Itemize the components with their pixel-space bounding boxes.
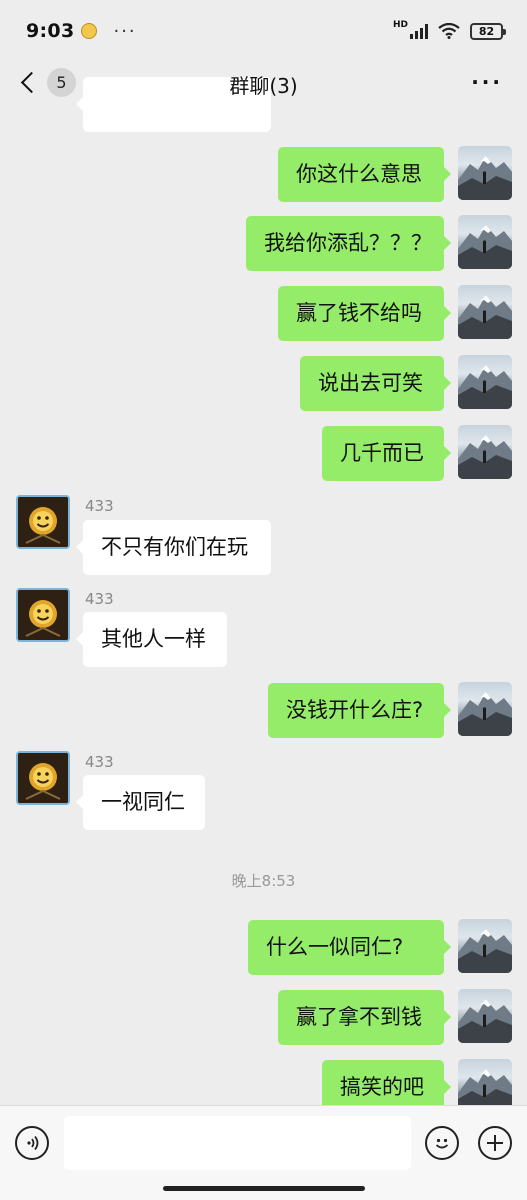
- my-avatar[interactable]: [458, 919, 512, 973]
- sent-message-bubble[interactable]: 赢了钱不给吗: [278, 286, 451, 341]
- voice-icon[interactable]: [15, 1126, 49, 1160]
- battery-icon: 82: [470, 22, 506, 40]
- contact-avatar[interactable]: [16, 588, 70, 642]
- sent-message-bubble[interactable]: 我给你添乱？？？: [246, 216, 451, 271]
- my-avatar[interactable]: [458, 355, 512, 409]
- my-avatar[interactable]: [458, 682, 512, 736]
- sent-message-bubble[interactable]: 什么一似同仁?: [248, 920, 451, 975]
- message-input[interactable]: [64, 1116, 411, 1170]
- message-timestamp: 晚上8:53: [231, 872, 296, 890]
- sent-message-bubble[interactable]: 几千而已: [322, 426, 451, 481]
- emoji-icon[interactable]: [425, 1126, 459, 1160]
- my-avatar[interactable]: [458, 285, 512, 339]
- status-time: 9:03: [26, 20, 75, 42]
- more-options-button[interactable]: ···: [471, 70, 503, 94]
- status-bar: 9:03 ··· HD 82: [0, 0, 527, 62]
- sent-message-bubble[interactable]: 你这什么意思: [278, 147, 451, 202]
- received-message-bubble[interactable]: 不只有你们在玩: [76, 520, 271, 575]
- home-indicator[interactable]: [163, 1186, 365, 1191]
- status-more-dots: ···: [113, 20, 137, 42]
- chat-title: 群聊(3): [229, 74, 298, 98]
- sender-name: 433: [85, 753, 114, 771]
- status-indicators: HD 82: [392, 20, 506, 40]
- sent-message-bubble[interactable]: 没钱开什么庄?: [268, 683, 451, 738]
- my-avatar[interactable]: [458, 425, 512, 479]
- sender-name: 433: [85, 497, 114, 515]
- received-message-bubble[interactable]: 其他人一样: [76, 612, 227, 667]
- signal-icon: [410, 23, 428, 39]
- sent-message-bubble[interactable]: 赢了拿不到钱: [278, 990, 451, 1045]
- notification-emoji-icon: [81, 23, 98, 39]
- wifi-icon: [438, 23, 460, 39]
- my-avatar[interactable]: [458, 989, 512, 1043]
- contact-avatar[interactable]: [16, 495, 70, 549]
- my-avatar[interactable]: [458, 215, 512, 269]
- contact-avatar[interactable]: [16, 751, 70, 805]
- my-avatar[interactable]: [458, 146, 512, 200]
- chat-header: 5 群聊(3) ···: [0, 62, 527, 104]
- received-message-bubble[interactable]: 一视同仁: [76, 775, 205, 830]
- plus-icon[interactable]: [478, 1126, 512, 1160]
- hd-label: HD: [392, 20, 408, 30]
- sender-name: 433: [85, 590, 114, 608]
- sent-message-bubble[interactable]: 说出去可笑: [300, 356, 451, 411]
